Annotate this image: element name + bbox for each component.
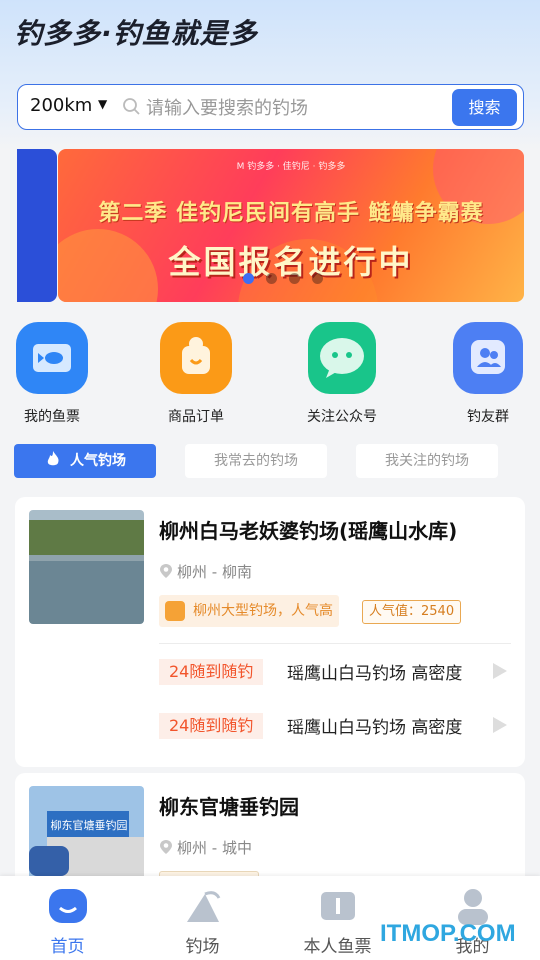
- group-users-icon: [453, 322, 523, 394]
- spot-location: 柳州 - 柳南: [159, 561, 252, 582]
- quick-link-label: 商品订单: [168, 409, 224, 425]
- quick-link-orders[interactable]: 商品订单: [141, 322, 251, 426]
- carousel-dot[interactable]: [288, 273, 300, 284]
- quick-link-angler-group[interactable]: 钓友群: [433, 322, 540, 426]
- tab-frequent-spots[interactable]: 我常去的钓场: [185, 444, 327, 478]
- quick-link-label: 我的鱼票: [24, 409, 80, 425]
- chevron-right-icon: [493, 663, 507, 679]
- spot-location-text: 柳州 - 城中: [177, 839, 252, 857]
- nav-label: 钓场: [185, 937, 220, 957]
- search-icon: [123, 98, 140, 115]
- spot-tabs: 人气钓场 我常去的钓场 我关注的钓场: [14, 444, 526, 478]
- header: 钓多多·钓鱼就是多 200km ▼ 请输入要搜索的钓场 搜索: [0, 0, 540, 150]
- order-bag-icon: [160, 322, 232, 394]
- quick-link-fish-ticket[interactable]: 我的鱼票: [0, 322, 107, 426]
- spot-location-text: 柳州 - 柳南: [177, 563, 252, 581]
- fire-icon: [47, 451, 59, 466]
- distance-filter[interactable]: 200km: [30, 95, 92, 116]
- fishing-spot-card[interactable]: 柳州白马老妖婆钓场(瑶鹰山水库) 柳州 - 柳南 柳州大型钓场，人气高 人气值：…: [15, 497, 525, 767]
- search-bar: 200km ▼ 请输入要搜索的钓场 搜索: [17, 84, 524, 130]
- tab-label: 人气钓场: [70, 453, 126, 469]
- ticket-deal-row[interactable]: 24随到随钓 瑶鹰山白马钓场 高密度: [159, 657, 511, 685]
- deal-text: 瑶鹰山白马钓场 高密度: [287, 664, 463, 684]
- quick-link-label: 关注公众号: [307, 409, 377, 425]
- quick-link-label: 钓友群: [467, 409, 509, 425]
- banner-headline: 第二季 佳钓尼民间有高手 鲢鳙争霸赛: [98, 200, 484, 226]
- spot-name: 柳东官塘垂钓园: [159, 795, 299, 819]
- deal-text: 瑶鹰山白马钓场 高密度: [287, 718, 463, 738]
- dropdown-arrow-icon[interactable]: ▼: [98, 97, 107, 111]
- location-pin-icon: [160, 840, 172, 854]
- ticket-icon: [318, 886, 358, 926]
- fish-ticket-icon: [16, 322, 88, 394]
- tab-popular-spots[interactable]: 人气钓场: [14, 444, 156, 478]
- banner-carousel[interactable]: M 钓多多 · 佳钓尼 · 钓多多 第二季 佳钓尼民间有高手 鲢鳙争霸赛 全国报…: [17, 149, 524, 302]
- carousel-dot[interactable]: [265, 273, 277, 284]
- chevron-right-icon: [493, 717, 507, 733]
- nav-label: 首页: [50, 937, 85, 957]
- spot-photo[interactable]: [29, 510, 144, 624]
- popularity-badge: 人气值：2540: [362, 600, 462, 624]
- carousel-dots: [17, 273, 524, 284]
- spot-feature-tag: 柳州大型钓场，人气高: [159, 595, 339, 627]
- watermark: ITMOP.COM: [380, 920, 516, 947]
- fishing-spot-icon: [183, 886, 223, 926]
- ticket-deal-row[interactable]: 24随到随钓 瑶鹰山白马钓场 高密度: [159, 711, 511, 739]
- search-button[interactable]: 搜索: [452, 89, 517, 126]
- carousel-dot[interactable]: [311, 273, 323, 284]
- spot-sign-text: 柳东官塘垂钓园: [50, 819, 128, 832]
- quick-link-official-account[interactable]: 关注公众号: [287, 322, 397, 426]
- divider: [159, 643, 511, 644]
- home-icon: [48, 886, 88, 926]
- location-pin-icon: [160, 564, 172, 578]
- spot-feature-text: 柳州大型钓场，人气高: [193, 603, 333, 619]
- nav-home[interactable]: 首页: [0, 876, 135, 960]
- app-logo: 钓多多·钓鱼就是多: [14, 17, 258, 50]
- deal-tag: 24随到随钓: [159, 659, 264, 685]
- crown-icon: [165, 601, 185, 621]
- banner-sponsors: M 钓多多 · 佳钓尼 · 钓多多: [236, 162, 346, 172]
- carousel-dot[interactable]: [242, 273, 254, 284]
- wechat-chat-icon: [308, 322, 376, 394]
- search-input[interactable]: 请输入要搜索的钓场: [146, 94, 308, 120]
- nav-fishing-spots[interactable]: 钓场: [135, 876, 270, 960]
- tab-followed-spots[interactable]: 我关注的钓场: [356, 444, 498, 478]
- spot-name: 柳州白马老妖婆钓场(瑶鹰山水库): [159, 519, 458, 543]
- deal-tag: 24随到随钓: [159, 713, 264, 739]
- spot-location: 柳州 - 城中: [159, 837, 252, 858]
